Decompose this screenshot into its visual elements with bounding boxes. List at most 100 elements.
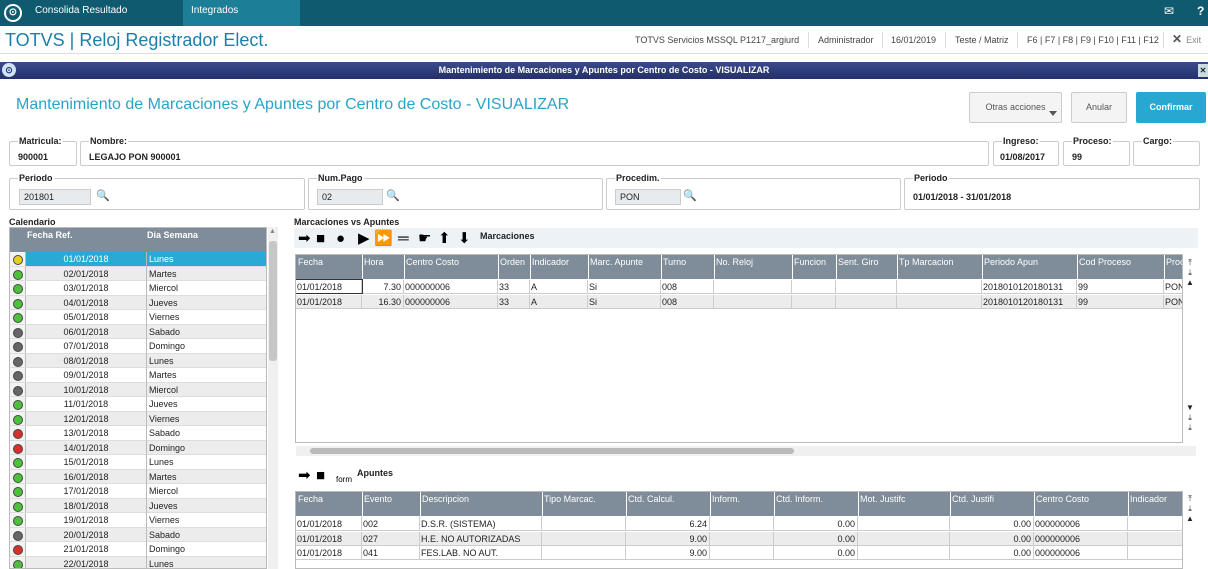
arrow-down-icon[interactable]: ⬇ xyxy=(458,231,471,246)
procedim-input[interactable]: PON xyxy=(615,189,681,205)
other-actions-button[interactable]: Otras acciones xyxy=(969,92,1062,123)
user-info[interactable]: Administrador xyxy=(818,35,874,45)
apuntes-row[interactable]: 01/01/2018 027 H.E. NO AUTORIZADAS 9.00 0.00… xyxy=(296,531,1182,546)
marcaciones-column-header[interactable]: Orden xyxy=(500,257,529,267)
marcaciones-column-header[interactable]: Hora xyxy=(364,257,403,267)
fast-forward-icon[interactable]: ⏩ xyxy=(374,231,393,246)
apuntes-row[interactable]: 01/01/2018 002 D.S.R. (SISTEMA) 6.24 0.00 0.0… xyxy=(296,517,1182,531)
calendar-row[interactable]: 05/01/2018 Viernes xyxy=(10,310,266,325)
marcaciones-cell: A xyxy=(530,294,588,308)
marcaciones-column-header[interactable]: Indicador xyxy=(532,257,587,267)
marcaciones-row[interactable]: 01/01/2018 16.30 000000006 33 A Si 008 20180101… xyxy=(296,294,1182,309)
apuntes-column-header[interactable]: Fecha xyxy=(298,494,361,504)
calendar-row[interactable]: 09/01/2018 Martes xyxy=(10,368,266,383)
protheus-logo-icon[interactable]: ⊙ xyxy=(4,4,22,22)
calendar-row[interactable]: 18/01/2018 Jueves xyxy=(10,498,266,513)
calendar-row[interactable]: 08/01/2018 Lunes xyxy=(10,353,266,368)
arrow-up-icon[interactable]: ⬆ xyxy=(438,231,451,246)
marcaciones-column-header[interactable]: Turno xyxy=(663,257,713,267)
search-icon[interactable]: 🔍 xyxy=(683,189,697,202)
marcaciones-column-header[interactable]: Periodo Apun xyxy=(984,257,1076,267)
periodo-input[interactable]: 201801 xyxy=(19,189,91,205)
calendar-row[interactable]: 06/01/2018 Sabado xyxy=(10,324,266,339)
marcaciones-column-header[interactable]: Fecha xyxy=(298,257,361,267)
calendar-row[interactable]: 16/01/2018 Martes xyxy=(10,469,266,484)
calendar-row[interactable]: 21/01/2018 Domingo xyxy=(10,542,266,557)
date-info[interactable]: 16/01/2019 xyxy=(891,35,936,45)
calendar-row[interactable]: 15/01/2018 Lunes xyxy=(10,455,266,470)
apuntes-cell xyxy=(1128,546,1182,559)
calendar-row[interactable]: 02/01/2018 Martes xyxy=(10,266,266,281)
tab-integrados[interactable]: Integrados [02.9.0016]✕ xyxy=(183,0,300,38)
calendar-row[interactable]: 01/01/2018 Lunes xyxy=(10,252,266,267)
apuntes-column-header[interactable]: Ctd. Inform. xyxy=(776,494,857,504)
marcaciones-column-header[interactable]: Proc xyxy=(1166,257,1182,267)
calendar-row[interactable]: 04/01/2018 Jueves xyxy=(10,295,266,310)
tab-consolida-resultado[interactable]: Consolida Resultado [02.9.0016]✕ xyxy=(27,0,183,38)
marcaciones-scroll-bottom-icons[interactable]: ▼ ⤓ ⤓ xyxy=(1184,403,1196,443)
num-pago-input[interactable]: 02 xyxy=(317,189,383,205)
marcaciones-column-header[interactable]: Tp Marcacion xyxy=(899,257,981,267)
confirm-button[interactable]: Confirmar xyxy=(1136,92,1206,123)
printer-icon[interactable]: ■ xyxy=(316,468,325,483)
play-icon[interactable]: ▶ xyxy=(358,231,370,246)
scrollbar-thumb[interactable] xyxy=(310,448,794,454)
cancel-button[interactable]: Anular xyxy=(1071,92,1127,123)
calendar-scrollbar[interactable]: ▲ xyxy=(268,227,278,569)
marcaciones-column-header[interactable]: Cod Proceso xyxy=(1079,257,1163,267)
marcaciones-column-header[interactable]: No. Reloj xyxy=(716,257,791,267)
apuntes-column-header[interactable]: Tipo Marcac. xyxy=(544,494,625,504)
calendar-row[interactable]: 14/01/2018 Domingo xyxy=(10,440,266,455)
marcaciones-column-header[interactable]: Centro Costo xyxy=(406,257,497,267)
marcaciones-column-header[interactable]: Sent. Giro xyxy=(838,257,896,267)
form-icon[interactable]: form xyxy=(336,472,352,487)
marcaciones-scroll-top-icons[interactable]: ⤒ ⤓ ▲ xyxy=(1184,258,1196,288)
calendar-row[interactable]: 13/01/2018 Sabado xyxy=(10,426,266,441)
apuntes-row[interactable]: 01/01/2018 041 FES.LAB. NO AUT. 9.00 0.00 0.0… xyxy=(296,546,1182,560)
apuntes-column-header[interactable]: Indicador xyxy=(1130,494,1182,504)
equals-icon[interactable]: ═ xyxy=(398,231,409,246)
marcaciones-hscrollbar[interactable] xyxy=(296,446,1196,456)
apuntes-column-header[interactable]: Ctd. Justifi xyxy=(952,494,1033,504)
column-divider xyxy=(1128,492,1129,516)
arrow-right-icon[interactable]: ➡ xyxy=(298,231,311,246)
help-icon[interactable]: ? xyxy=(1197,4,1204,18)
marcaciones-column-header[interactable]: Funcion xyxy=(794,257,835,267)
apuntes-column-header[interactable]: Mot. Justifc xyxy=(860,494,949,504)
printer-icon[interactable]: ■ xyxy=(316,231,325,246)
close-icon[interactable]: ✕ xyxy=(1198,64,1208,77)
apuntes-scroll-top-icons[interactable]: ⤒ ⤓ ▲ xyxy=(1184,494,1196,524)
calendar-row[interactable]: 03/01/2018 Miercol xyxy=(10,281,266,296)
apuntes-column-header[interactable]: Evento xyxy=(364,494,419,504)
calendar-day: Domingo xyxy=(146,440,266,455)
apuntes-column-header[interactable]: Ctd. Calcul. xyxy=(628,494,709,504)
marcaciones-row[interactable]: 01/01/2018 7.30 000000006 33 A Si 008 201801012… xyxy=(296,279,1182,294)
apuntes-column-header[interactable]: Centro Costo xyxy=(1036,494,1127,504)
calendar-row[interactable]: 19/01/2018 Viernes xyxy=(10,513,266,528)
calendar-row[interactable]: 07/01/2018 Domingo xyxy=(10,339,266,354)
calendar-row[interactable]: 22/01/2018 Lunes xyxy=(10,556,266,568)
calendar-row[interactable]: 20/01/2018 Sabado xyxy=(10,527,266,542)
calendar-row[interactable]: 17/01/2018 Miercol xyxy=(10,484,266,499)
search-icon[interactable]: 🔍 xyxy=(386,189,400,202)
calendar-day: Lunes xyxy=(146,353,266,368)
calendar-row[interactable]: 10/01/2018 Miercol xyxy=(10,382,266,397)
circle-icon[interactable]: ● xyxy=(336,231,345,246)
server-info: TOTVS Servicios MSSQL P1217_argiurd xyxy=(635,35,800,45)
scrollbar-thumb[interactable] xyxy=(269,241,277,361)
apuntes-column-header[interactable]: Inform. xyxy=(712,494,773,504)
branch-info[interactable]: Teste / Matriz xyxy=(955,35,1009,45)
apuntes-column-header[interactable]: Descripcion xyxy=(422,494,541,504)
calendar-row[interactable]: 12/01/2018 Viernes xyxy=(10,411,266,426)
column-header-dia-semana[interactable]: Dia Semana xyxy=(147,230,198,240)
arrow-right-icon[interactable]: ➡ xyxy=(298,468,311,483)
exit-button[interactable]: ✕ Exit xyxy=(1172,32,1201,46)
mail-icon[interactable]: ✉ xyxy=(1164,4,1174,18)
thumbs-icon[interactable]: ☛ xyxy=(418,231,431,246)
scroll-up-icon[interactable]: ▲ xyxy=(269,228,276,235)
marcaciones-cell: PON xyxy=(1164,295,1182,308)
calendar-row[interactable]: 11/01/2018 Jueves xyxy=(10,397,266,412)
marcaciones-column-header[interactable]: Marc. Apunte xyxy=(590,257,660,267)
column-header-fecha-ref[interactable]: Fecha Ref. xyxy=(27,230,73,240)
search-icon[interactable]: 🔍 xyxy=(96,189,110,202)
